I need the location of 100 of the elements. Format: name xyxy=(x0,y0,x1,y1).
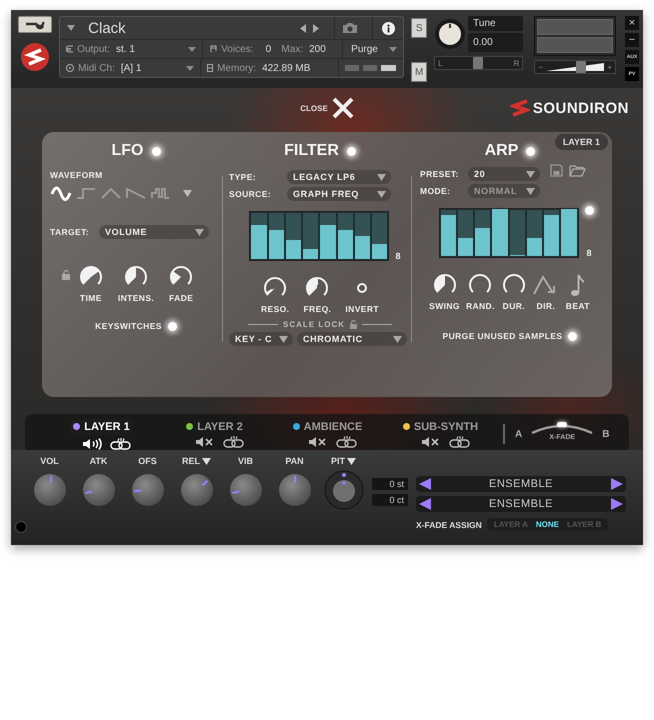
tune-value[interactable]: 0.00 xyxy=(468,33,524,52)
unlock-icon[interactable] xyxy=(62,270,70,280)
previous-icon[interactable] xyxy=(300,24,306,32)
layer-tab[interactable]: LAYER 2 xyxy=(186,420,243,432)
cents-field[interactable]: 0 ct xyxy=(372,494,408,506)
type-dropdown[interactable]: LEGACY LP6 xyxy=(287,170,391,184)
step-bar[interactable] xyxy=(372,244,388,259)
key-dropdown[interactable]: KEY - C xyxy=(229,332,293,346)
pan-handle[interactable] xyxy=(473,57,484,69)
caret-icon[interactable] xyxy=(202,458,211,464)
output-value[interactable]: st. 1 xyxy=(116,44,135,54)
tune-knob[interactable] xyxy=(434,18,466,50)
layer-tab[interactable]: LAYER 1 xyxy=(70,418,133,434)
caret-icon xyxy=(195,228,204,236)
info-icon[interactable] xyxy=(382,22,395,34)
xfade-assign-option[interactable]: NONE xyxy=(532,519,562,530)
step-count[interactable]: 8 xyxy=(395,251,400,261)
arp-toggle[interactable] xyxy=(526,146,536,156)
step-bar[interactable] xyxy=(286,240,302,259)
step-bar[interactable] xyxy=(268,230,284,259)
step-count[interactable]: 8 xyxy=(586,248,592,258)
purge-samples-toggle[interactable] xyxy=(568,332,578,340)
mute-button[interactable]: M xyxy=(411,62,428,82)
close-panel-button[interactable]: CLOSE xyxy=(300,97,354,119)
knob[interactable] xyxy=(82,473,116,507)
knob-label: FADE xyxy=(169,293,194,303)
keyswitches-toggle[interactable] xyxy=(168,322,177,330)
link-icon[interactable] xyxy=(336,436,358,448)
step-bar[interactable] xyxy=(458,238,473,256)
previous-icon[interactable] xyxy=(419,478,431,490)
save-icon[interactable] xyxy=(550,164,563,177)
close-button[interactable]: × xyxy=(625,16,640,30)
mode-label: MODE: xyxy=(420,186,452,196)
knob[interactable] xyxy=(228,473,262,507)
max-value[interactable]: 200 xyxy=(309,44,326,54)
settings-button[interactable] xyxy=(18,16,52,33)
step-bar[interactable] xyxy=(303,248,318,259)
source-dropdown[interactable]: GRAPH FREQ xyxy=(287,187,391,201)
step-bar[interactable] xyxy=(354,236,370,259)
step-bar[interactable] xyxy=(526,238,542,256)
xfade-a-label: A xyxy=(515,428,522,440)
control-label: ATK xyxy=(90,456,108,466)
articulation-selector[interactable]: ENSEMBLE xyxy=(416,476,626,492)
knob-label: SWING xyxy=(429,301,460,311)
caret-icon[interactable] xyxy=(347,458,356,464)
minimize-button[interactable]: − xyxy=(625,33,640,47)
speaker-icon[interactable] xyxy=(82,438,104,450)
semitones-field[interactable]: 0 st xyxy=(372,478,408,490)
next-icon[interactable] xyxy=(611,478,623,490)
folder-icon[interactable] xyxy=(569,164,586,177)
camera-icon[interactable] xyxy=(342,22,358,34)
caret-icon xyxy=(526,170,535,178)
step-bar[interactable] xyxy=(338,230,353,259)
purge-samples-label: PURGE UNUSED SAMPLES xyxy=(442,331,562,341)
step-bar[interactable] xyxy=(475,228,490,256)
step-bar[interactable] xyxy=(440,214,456,256)
xfade-handle[interactable] xyxy=(557,422,568,427)
scale-dropdown[interactable]: CHROMATIC xyxy=(297,332,407,346)
midi-channel-value[interactable]: [A] 1 xyxy=(120,62,142,74)
lfo-toggle[interactable] xyxy=(152,146,160,156)
invert-toggle[interactable] xyxy=(357,283,368,293)
midi-channel-label: Midi Ch: xyxy=(78,62,115,74)
next-icon[interactable] xyxy=(313,24,320,32)
knob[interactable] xyxy=(32,473,66,507)
xfade-track xyxy=(530,422,594,434)
pitch-knob[interactable] xyxy=(324,470,364,510)
layer-tab[interactable]: SUB-SYNTH xyxy=(402,420,478,432)
step-bar[interactable] xyxy=(544,214,560,256)
caret-icon[interactable] xyxy=(67,25,76,31)
volume-handle[interactable] xyxy=(576,61,586,73)
waveform-icon[interactable] xyxy=(50,186,72,201)
link-icon[interactable] xyxy=(110,438,132,450)
knob-label: RESO. xyxy=(260,304,290,314)
arp-grid-toggle[interactable] xyxy=(584,206,594,215)
volume-slider[interactable]: − + xyxy=(534,60,616,74)
knob[interactable] xyxy=(130,473,164,507)
scale-lock-label: SCALE LOCK xyxy=(283,320,345,329)
previous-icon[interactable] xyxy=(419,498,431,510)
pan-slider[interactable]: L R xyxy=(434,56,524,70)
control-label: REL xyxy=(182,456,200,466)
articulation-selector[interactable]: ENSEMBLE xyxy=(416,496,626,512)
knob[interactable] xyxy=(278,473,312,507)
solo-button[interactable]: S xyxy=(411,18,428,38)
unlock-icon[interactable] xyxy=(350,320,357,329)
layer-tab[interactable]: AMBIENCE xyxy=(292,420,362,432)
filter-toggle[interactable] xyxy=(346,146,356,156)
memory-icon xyxy=(207,64,214,72)
preset-dropdown[interactable]: 20 xyxy=(468,167,540,181)
target-dropdown[interactable]: VOLUME xyxy=(99,225,209,239)
link-icon[interactable] xyxy=(222,436,244,448)
source-label: SOURCE: xyxy=(229,189,272,199)
control-label: VIB xyxy=(238,456,253,466)
purge-menu[interactable]: Purge xyxy=(351,44,378,54)
caret-icon xyxy=(279,336,288,342)
link-icon[interactable] xyxy=(448,436,470,448)
lfo-title: LFO xyxy=(112,142,144,160)
next-icon[interactable] xyxy=(611,498,623,510)
pan-left-label: L xyxy=(438,58,443,68)
memory-value: 422.89 MB xyxy=(262,62,310,74)
knob[interactable] xyxy=(180,473,214,507)
